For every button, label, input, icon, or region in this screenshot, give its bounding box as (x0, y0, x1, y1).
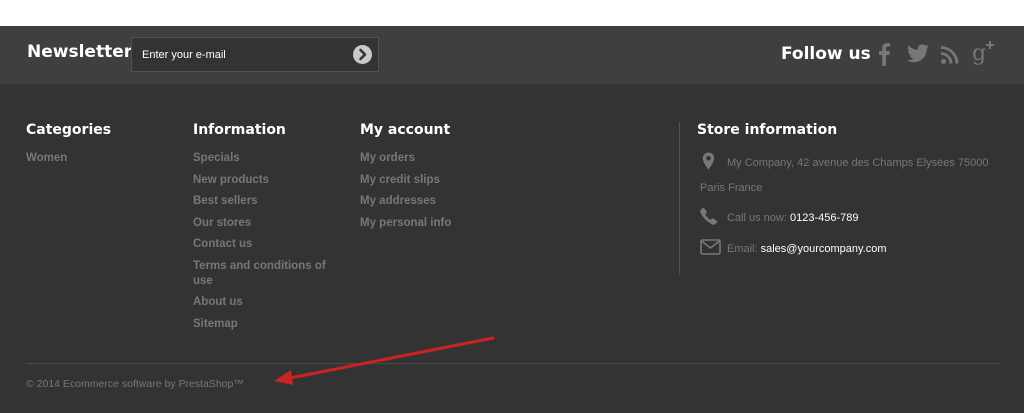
info-link-sitemap[interactable]: Sitemap (193, 317, 333, 332)
phone-number: 0123-456-789 (789, 212, 859, 224)
newsletter-title: Newsletter (27, 42, 133, 62)
account-link-credit-slips[interactable]: My credit slips (360, 173, 520, 188)
info-link-best-sellers[interactable]: Best sellers (193, 194, 333, 209)
store-divider (679, 122, 680, 275)
map-marker-icon (702, 152, 715, 170)
store-phone-line: Call us now: 0123-456-789 (727, 212, 859, 224)
facebook-icon (879, 43, 890, 66)
info-link-new-products[interactable]: New products (193, 173, 333, 188)
email-link[interactable]: sales@yourcompany.com (761, 243, 887, 255)
info-link-our-stores[interactable]: Our stores (193, 216, 333, 231)
phone-icon (700, 207, 718, 225)
info-link-about-us[interactable]: About us (193, 295, 333, 310)
envelope-icon (700, 239, 721, 255)
copyright-text: © 2014 Ecommerce software by PrestaShop™ (26, 378, 244, 390)
newsletter-email-input[interactable] (142, 47, 342, 63)
top-page-strip (0, 0, 1024, 26)
facebook-link[interactable] (877, 41, 891, 72)
rss-icon (940, 46, 959, 64)
footer-bottom-divider (26, 363, 1000, 364)
phone-label: Call us now: (727, 212, 790, 224)
google-plus-icon: g (972, 41, 994, 66)
my-account-list: My orders My credit slips My addresses M… (360, 151, 520, 237)
rss-link[interactable] (940, 45, 960, 70)
information-title: Information (193, 122, 286, 138)
account-link-personal-info[interactable]: My personal info (360, 216, 520, 231)
store-info-title: Store information (697, 122, 838, 138)
newsletter-form (131, 37, 379, 72)
info-link-contact-us[interactable]: Contact us (193, 237, 333, 252)
newsletter-submit-button[interactable] (353, 45, 372, 64)
footer-main: Categories Women Information Specials Ne… (0, 84, 1024, 413)
follow-us-title: Follow us (781, 44, 871, 64)
twitter-link[interactable] (906, 44, 930, 69)
category-link-women[interactable]: Women (26, 151, 166, 166)
account-link-addresses[interactable]: My addresses (360, 194, 520, 209)
store-email-line: Email: sales@yourcompany.com (727, 243, 887, 255)
email-label: Email: (727, 243, 761, 255)
chevron-right-icon (359, 48, 367, 61)
information-list: Specials New products Best sellers Our s… (193, 151, 333, 338)
newsletter-bar: Newsletter Follow us g (0, 26, 1024, 84)
info-link-specials[interactable]: Specials (193, 151, 333, 166)
store-address-line1: My Company, 42 avenue des Champs Elysées… (727, 157, 989, 169)
categories-title: Categories (26, 122, 112, 138)
svg-text:g: g (972, 41, 986, 66)
info-link-terms[interactable]: Terms and conditions of use (193, 259, 333, 289)
twitter-icon (907, 44, 929, 63)
store-address-line2: Paris France (700, 182, 763, 194)
google-plus-link[interactable]: g (971, 39, 997, 72)
my-account-title: My account (360, 122, 451, 138)
account-link-orders[interactable]: My orders (360, 151, 520, 166)
categories-list: Women (26, 151, 166, 173)
